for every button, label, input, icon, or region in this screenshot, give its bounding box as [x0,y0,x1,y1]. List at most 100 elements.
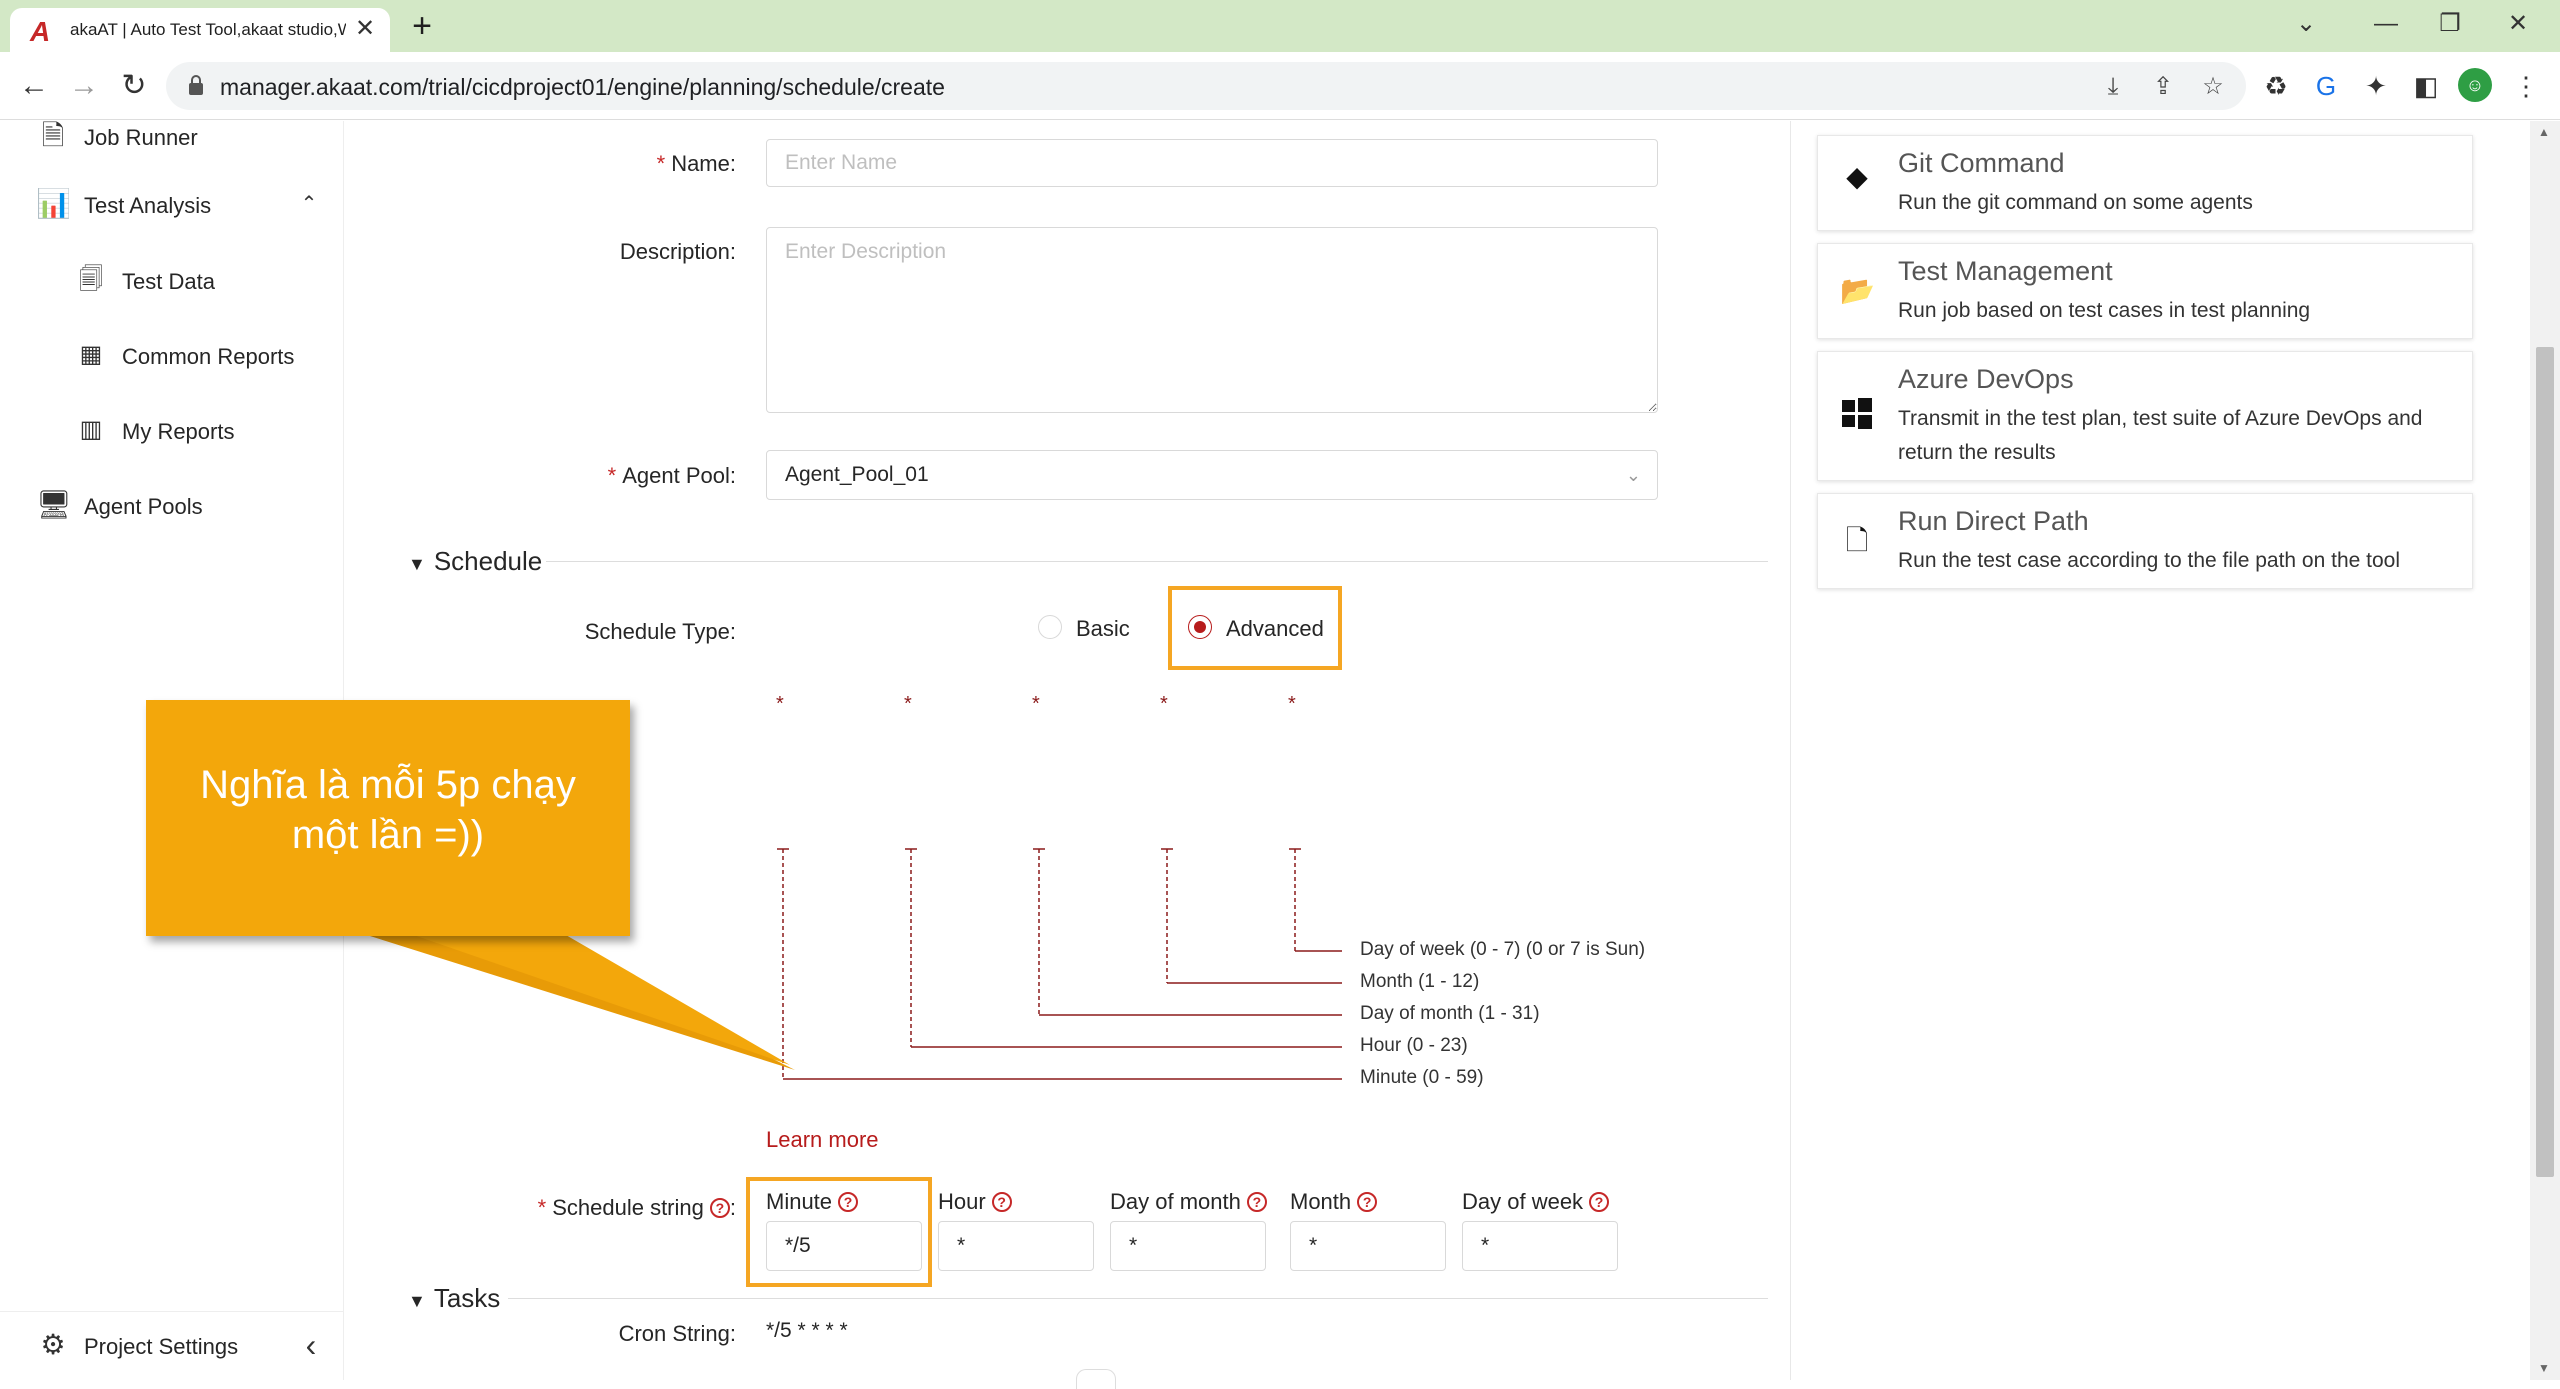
task-card-git-command[interactable]: ◆ Git Command Run the git command on som… [1817,135,2473,231]
day-of-week-input[interactable] [1462,1221,1618,1271]
folder-open-icon: 📂 [1840,275,1875,306]
cron-label-month: Month (1 - 12) [1360,971,1480,992]
cron-label-day-of-month: Day of month (1 - 31) [1360,1003,1540,1024]
sidebar-item-test-analysis[interactable]: 📊 Test Analysis ⌃ [0,175,344,235]
tab-title: akaAT | Auto Test Tool,akaat studio,Web [70,20,346,39]
sidebar-item-label: Job Runner [84,125,198,150]
cron-star: * [1288,693,1296,715]
browser-menu-icon[interactable]: ⋮ [2508,68,2544,104]
address-bar[interactable]: manager.akaat.com/trial/cicdproject01/en… [166,62,2246,110]
help-icon[interactable]: ? [1589,1192,1610,1212]
divider [508,1298,1768,1299]
cron-star: * [776,693,784,715]
scroll-up-icon[interactable]: ▲ [2538,125,2550,139]
task-types-panel: ◆ Git Command Run the git command on som… [1790,121,2530,1380]
browser-tab-strip: A akaAT | Auto Test Tool,akaat studio,We… [0,0,2560,52]
tasks-section-header[interactable]: ▼ Tasks [408,1283,500,1314]
schedule-section-header[interactable]: ▼ Schedule [408,546,542,577]
task-card-desc: Transmit in the test plan, test suite of… [1898,407,2423,464]
cron-label-day-of-week: Day of week (0 - 7) (0 or 7 is Sun) [1360,939,1646,960]
profile-avatar[interactable]: ☺ [2458,68,2492,102]
cron-star: * [904,693,912,715]
forward-button[interactable]: → [64,66,104,106]
extensions-puzzle-icon[interactable]: ✦ [2358,68,2394,104]
task-card-title: Run Direct Path [1898,506,2089,536]
sidebar-item-agent-pools[interactable]: 🖥 Agent Pools [0,476,344,536]
browser-tab[interactable]: A akaAT | Auto Test Tool,akaat studio,We… [10,8,390,52]
page-scrollbar[interactable]: ▲ ▼ [2530,121,2560,1380]
task-card-title: Test Management [1898,256,2113,286]
schedule-string-label: * Schedule string?: [537,1195,736,1220]
help-icon[interactable]: ? [838,1192,859,1212]
agent-pool-select[interactable]: Agent_Pool_01 ⌄ [766,450,1658,500]
sidebar-item-job-runner[interactable]: 🗎 Job Runner [0,107,344,167]
chevron-up-icon[interactable]: ⌃ [292,187,326,221]
report-icon: ▦ [79,341,103,368]
caret-down-icon: ▼ [408,1291,426,1311]
callout-line-1: Nghĩa là mỗi 5p chạy [200,763,576,807]
project-settings-label: Project Settings [84,1334,239,1359]
radio-advanced[interactable] [1188,615,1212,639]
task-card-run-direct-path[interactable]: 🗋 Run Direct Path Run the test case acco… [1817,493,2473,589]
close-window-button[interactable]: ✕ [2488,4,2548,44]
sidebar-item-label: Agent Pools [84,494,203,519]
help-icon[interactable]: ? [1246,1192,1267,1212]
tab-close-icon[interactable]: ✕ [350,14,380,44]
browser-toolbar: ← → ↻ manager.akaat.com/trial/cicdprojec… [0,52,2560,120]
cron-star: * [1032,693,1040,715]
sidebar-item-common-reports[interactable]: ▦ Common Reports [0,326,344,386]
hour-input[interactable] [938,1221,1094,1271]
sidebar-footer: ⚙ Project Settings ‹ [0,1311,344,1380]
annotation-callout: Nghĩa là mỗi 5p chạy một lần =)) [146,700,630,936]
day-of-month-input[interactable] [1110,1221,1266,1271]
caret-down-icon: ▼ [408,554,426,574]
sidebar-item-test-data[interactable]: 🗐 Test Data [0,251,344,311]
new-tab-button[interactable]: + [404,8,440,44]
code-file-icon: 🗋 [1845,525,1869,556]
minute-input[interactable] [766,1221,922,1271]
minute-field-label: Minute? [766,1189,859,1215]
translate-icon[interactable]: G [2308,68,2344,104]
share-icon[interactable]: ⇪ [2146,70,2180,104]
name-label: * Name: [656,151,736,176]
radio-basic[interactable] [1038,615,1062,639]
help-icon[interactable]: ? [991,1192,1012,1212]
task-card-desc: Run job based on test cases in test plan… [1898,299,2311,322]
collapse-sidebar-icon[interactable]: ‹ [294,1328,328,1362]
side-panel-icon[interactable]: ◧ [2408,68,2444,104]
task-card-azure-devops[interactable]: Azure DevOps Transmit in the test plan, … [1817,351,2473,481]
day-of-month-field-label: Day of month? [1110,1189,1267,1215]
test-data-icon: 🗐 [79,266,103,293]
month-input[interactable] [1290,1221,1446,1271]
reload-button[interactable]: ↻ [114,66,154,106]
learn-more-link[interactable]: Learn more [766,1127,879,1153]
task-card-desc: Run the test case according to the file … [1898,549,2400,572]
hour-field-label: Hour? [938,1189,1012,1215]
back-button[interactable]: ← [14,66,54,106]
minimize-button[interactable]: — [2356,4,2416,44]
add-task-button[interactable] [1076,1369,1116,1389]
akaat-logo-icon: A [30,16,51,47]
project-settings-button[interactable]: ⚙ Project Settings [0,1316,344,1376]
gear-icon: ⚙ [40,1329,66,1360]
url-text: manager.akaat.com/trial/cicdproject01/en… [220,74,945,100]
scrollbar-thumb[interactable] [2536,347,2554,1177]
help-icon[interactable]: ? [709,1198,730,1218]
tab-search-icon[interactable]: ⌄ [2276,4,2336,44]
task-card-title: Git Command [1898,148,2065,178]
name-input[interactable] [766,139,1658,187]
callout-text: Nghĩa là mỗi 5p chạy một lần =)) [146,760,630,860]
radio-basic-label: Basic [1076,616,1130,641]
windows-icon [1842,398,1872,429]
sidebar-item-my-reports[interactable]: ▥ My Reports [0,401,344,461]
sidebar-item-label: Test Analysis [84,193,212,218]
cron-string-value: */5 * * * * [766,1319,848,1342]
task-card-test-management[interactable]: 📂 Test Management Run job based on test … [1817,243,2473,339]
restore-button[interactable]: ❐ [2420,4,2480,44]
help-icon[interactable]: ? [1357,1192,1378,1212]
description-textarea[interactable] [766,227,1658,413]
scroll-down-icon[interactable]: ▼ [2538,1361,2550,1375]
bookmark-star-icon[interactable]: ☆ [2196,70,2230,104]
install-app-icon[interactable]: ⤓ [2096,70,2130,104]
extension-recycle-icon[interactable]: ♻ [2258,68,2294,104]
